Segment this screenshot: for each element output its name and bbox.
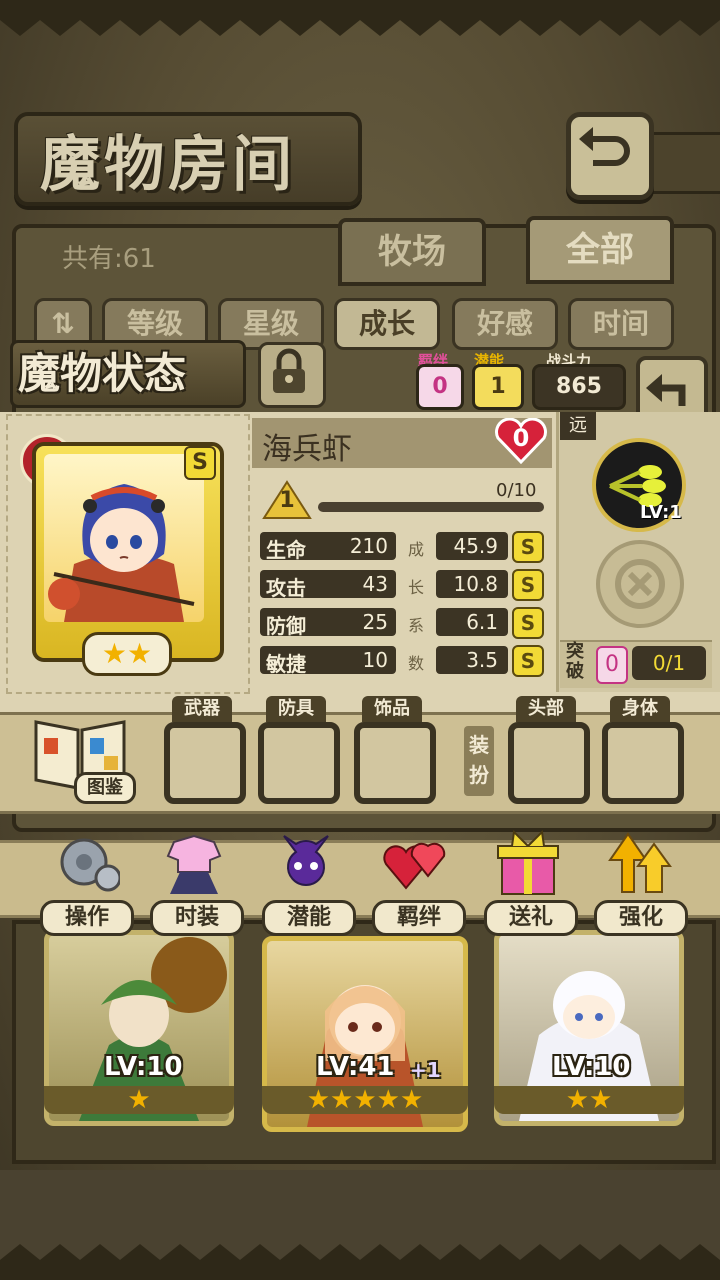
range-tag: 远 [560, 412, 596, 440]
action-label: 送礼 [484, 900, 578, 936]
return-icon [579, 127, 630, 166]
potential-icon [283, 835, 329, 886]
skill-slot-2[interactable] [596, 540, 684, 628]
monster-2-plus: +1 [410, 1058, 441, 1082]
weapon-slot-label: 武器 [172, 696, 232, 722]
breakthrough-progress: 0/1 [632, 646, 706, 680]
top-border [0, 0, 720, 36]
stat-value: 10 [362, 648, 388, 672]
monster-portrait [44, 454, 204, 622]
hearts-icon [383, 842, 446, 890]
monster-1-stars: ★ [44, 1086, 234, 1114]
monster-2-stars: ★★★★★ [262, 1086, 468, 1114]
power-value: 865 [532, 364, 626, 410]
bottom-border [0, 1244, 720, 1280]
sort-time-button[interactable]: 时间 [568, 298, 674, 350]
monster-name: 海兵虾 [262, 432, 352, 467]
codex-label: 图鉴 [74, 772, 136, 804]
action-label: 时装 [150, 900, 244, 936]
outfit-icon [166, 834, 222, 894]
action-label: 羁绊 [372, 900, 466, 936]
accessory-slot[interactable] [354, 722, 436, 804]
upgrade-arrows-icon [608, 832, 672, 893]
growth-label-char: 长 [408, 578, 425, 597]
tab-all[interactable]: 全部 [526, 216, 674, 284]
growth-grade-badge: S [512, 569, 544, 601]
monster-2-level: LV:41 [316, 1052, 395, 1082]
stat-value: 43 [362, 572, 388, 596]
level-value: 1 [279, 488, 295, 513]
lock-icon [273, 348, 305, 393]
level-badge: 1 [262, 480, 312, 520]
body-slot[interactable] [602, 722, 684, 804]
gear-icon [60, 838, 120, 892]
body-slot-label: 身体 [610, 696, 670, 722]
star-icons: ★★ [101, 637, 153, 670]
breakthrough-count: 0 [596, 646, 628, 684]
growth-value: 3.5 [466, 648, 498, 672]
outfit-label-top: 装 [469, 733, 489, 757]
sort-growth-button[interactable]: 成长 [334, 298, 440, 350]
heart-count: 0 [512, 424, 530, 452]
rank-badge: S [184, 446, 216, 480]
action-button-5[interactable]: 强化 [594, 826, 688, 936]
growth-label-char: 系 [408, 616, 425, 635]
gift-icon [497, 829, 559, 895]
action-label: 强化 [594, 900, 688, 936]
action-label: 操作 [40, 900, 134, 936]
growth-value: 10.8 [453, 572, 498, 596]
growth-value: 6.1 [466, 610, 498, 634]
lock-button[interactable] [258, 342, 326, 408]
action-button-0[interactable]: 操作 [40, 826, 134, 936]
breakthrough-label-bottom: 破 [566, 661, 584, 682]
page-title: 魔物房间 [40, 130, 296, 200]
outfit-label-bottom: 扮 [469, 763, 489, 787]
exit-button[interactable] [566, 112, 654, 200]
stat-value: 25 [362, 610, 388, 634]
tab-ranch[interactable]: 牧场 [338, 218, 486, 286]
armor-slot-label: 防具 [266, 696, 326, 722]
breakthrough-label: 突 破 [566, 642, 584, 682]
action-button-4[interactable]: 送礼 [484, 826, 578, 936]
action-button-3[interactable]: 羁绊 [372, 826, 466, 936]
growth-grade-badge: S [512, 645, 544, 677]
monster-count: 共有:61 [62, 244, 156, 274]
empty-slot-x-icon [615, 559, 665, 609]
stat-name: 防御 [266, 614, 306, 638]
growth-label-char: 成 [408, 540, 425, 559]
monster-1-level: LV:10 [104, 1052, 183, 1082]
head-slot-label: 头部 [516, 696, 576, 722]
potential-value: 1 [472, 364, 524, 410]
stat-name: 生命 [266, 538, 306, 562]
sort-order-icon: ⇅ [51, 307, 75, 340]
accessory-slot-label: 饰品 [362, 696, 422, 722]
stat-name: 攻击 [266, 576, 306, 600]
exp-bar [318, 502, 544, 512]
growth-grade-badge: S [512, 531, 544, 563]
star-rating: ★★ [82, 632, 172, 676]
sort-affection-button[interactable]: 好感 [452, 298, 558, 350]
outfit-label: 装 扮 [464, 726, 494, 796]
growth-label-char: 数 [408, 654, 425, 673]
monster-3-level: LV:10 [552, 1052, 631, 1082]
exp-text: 0/10 [496, 480, 537, 501]
weapon-slot[interactable] [164, 722, 246, 804]
head-slot[interactable] [508, 722, 590, 804]
growth-grade-badge: S [512, 607, 544, 639]
monster-portrait-art [48, 484, 195, 622]
heart-badge: 0 [494, 417, 548, 465]
stat-name: 敏捷 [266, 652, 306, 676]
growth-value: 45.9 [453, 534, 498, 558]
status-title: 魔物状态 [18, 349, 187, 398]
action-label: 潜能 [262, 900, 356, 936]
action-button-1[interactable]: 时装 [150, 826, 244, 936]
breakthrough-label-top: 突 [566, 641, 584, 662]
action-button-2[interactable]: 潜能 [262, 826, 356, 936]
bond-value: 0 [416, 364, 464, 410]
armor-slot[interactable] [258, 722, 340, 804]
back-arrow-icon [646, 374, 686, 406]
monster-3-stars: ★★ [494, 1086, 684, 1114]
skill-level: LV:1 [640, 502, 682, 523]
stat-value: 210 [349, 534, 388, 558]
